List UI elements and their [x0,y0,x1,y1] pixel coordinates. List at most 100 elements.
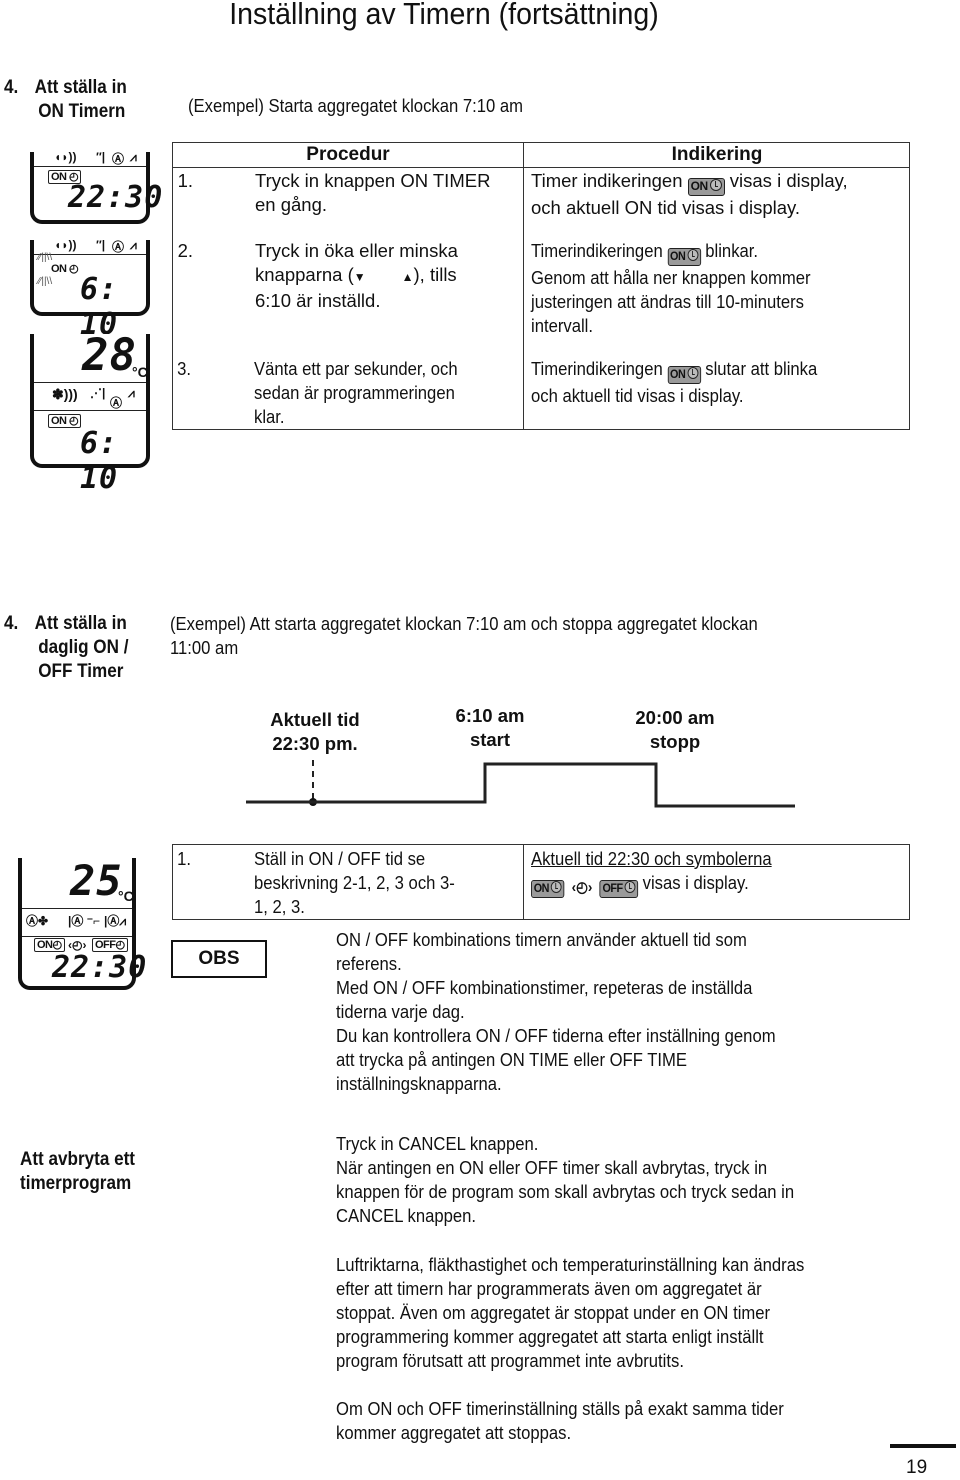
cycle-timer-icon: ‹◴› [571,879,593,896]
header-procedure: Procedur [306,144,390,165]
text-line: sedan är programmeringen [254,382,455,403]
text-line: Timerindikeringen [531,240,663,261]
text-line: Ställ in ON / OFF tid se [254,848,426,869]
on-timer-badge-blinking: ON ◴ [51,263,79,275]
text-line: att trycka på antingen ON TIME eller OFF… [336,1049,687,1070]
text-line: Med ON / OFF kombinationstimer, repetera… [336,977,753,998]
label-line: ON Timern [38,101,126,122]
text-line: program förutsatt att programmet inte av… [336,1350,684,1371]
table-row-1-procedure: 1. Tryck in knappen ON TIMER en gång. [173,169,523,215]
text-line: kommer aggregatet att stoppas. [336,1422,572,1443]
display-temperature: 28 [82,330,137,381]
text-line: efter att timern har programmerats även … [336,1278,762,1299]
text-line: (Exempel) Att starta aggregatet klockan … [170,613,758,634]
text-line: slutar att blinka [705,358,818,379]
text-line: Tryck in öka eller minska [255,240,458,261]
off-timer-icon: OFF [599,880,638,898]
timeline-stop-label: 20:00 am stopp [610,706,740,754]
text-line: Tryck in knappen ON TIMER [255,170,491,191]
text-line: justeringen att ändras till 10-minuters [531,291,805,312]
display-temperature: 25 [70,856,123,905]
text-line: När antingen en ON eller OFF timer skall… [336,1157,768,1178]
text-line: inställningsknapparna. [336,1073,502,1094]
text-line: Timerindikeringen [531,358,663,379]
section-on-timer-label: 4. Att ställa in ON Timern [4,76,127,124]
text-line: 11:00 am [170,637,239,658]
table-row-2-indication: Timerindikeringen ON blinkar. Genom att … [531,239,811,338]
timeline-current-label: Aktuell tid 22:30 pm. [250,708,380,756]
up-arrow-icon: ▲ [401,270,414,284]
text-line: klar. [254,406,285,427]
text-line: blinkar. [705,240,759,261]
auto-icon: Ⓐ [110,396,123,410]
lcd-display-2: ◖◗)) ′′| Ⓐ ⩘ ⁄⁄||\\ ON ◴ ⁄⁄||\\ 6: 10 [30,238,150,342]
table-row-indication: Aktuell tid 22:30 och symbolerna ON ‹◴› … [531,847,772,900]
lcd-display-3: 28 °C ✽))) ⋰| Ⓐ ⩘ ON ◴ 6: 10 [30,330,150,496]
timing-diagram [246,760,795,808]
lcd-display-4: 25 °C Ⓐ✤ |Ⓐ ⁻⌐ |Ⓐ⩘ ON◴ ‹◴› OFF◴ 22:30 [18,856,146,990]
text-line: visas i display. [642,872,749,893]
section-cancel-label: Att avbryta ett timerprogram [20,1148,135,1196]
cancel-paragraph-1: Tryck in CANCEL knappen. När antingen en… [336,1132,794,1228]
louver-icon: ⩘ [128,386,135,400]
swing-icon: ′′| [96,150,106,164]
auto-icon: Ⓐ [112,240,125,254]
section-on-off-timer-example: (Exempel) Att starta aggregatet klockan … [170,612,758,660]
procedure-table: Procedur Indikering 1. Tryck in knappen … [172,142,910,430]
label-line: daglig ON / [38,637,129,658]
text-line: programmering kommer aggregatet att star… [336,1326,764,1347]
on-timer-icon: ON [531,880,565,898]
step-number: 1. [177,170,193,191]
table-row-3-procedure: 3. Vänta ett par sekunder, och sedan är … [173,357,524,427]
footer-rule [890,1444,956,1448]
step-number: 1. [177,848,191,869]
text-line: ), tills [413,264,457,285]
section-on-off-timer-label: 4. Att ställa in daglig ON / OFF Timer [4,612,128,684]
cancel-paragraph-3: Om ON och OFF timerinställning ställs på… [336,1397,784,1445]
text-line: en gång. [255,194,328,215]
text-line: Om ON och OFF timerinställning ställs på… [336,1398,784,1419]
text-line: 6:10 är inställd. [255,290,381,311]
text-line: stoppat. Även om aggregatet är stoppat u… [336,1302,771,1323]
louver-icon: ⩘ [130,238,137,252]
display-time: 6: 10 [80,426,119,496]
timeline-start-label: 6:10 am start [430,704,550,752]
step-number: 2. [177,240,193,261]
obs-note-label: OBS [171,940,267,978]
text-line: Vänta ett par sekunder, och [254,358,458,379]
text-line: ON / OFF kombinations timern använder ak… [336,929,747,950]
text-line: knappen för de program som skall avbryta… [336,1181,795,1202]
on-off-procedure-table: 1. Ställ in ON / OFF tid se beskrivning … [172,844,910,920]
text-line: beskrivning 2-1, 2, 3 och 3- [254,872,455,893]
lcd-display-1: ◖◗)) ′′| Ⓐ ⩘ ON ◴ 22:30 [30,150,162,224]
swing-icon: ⋰| [90,386,106,400]
celsius-unit: °C [132,364,148,380]
on-timer-icon: ON [667,248,701,266]
table-row-2-procedure: 2. Tryck in öka eller minska knapparna (… [173,239,523,311]
label-line: Att ställa in [34,77,127,98]
text-line: Luftriktarna, fläkthastighet och tempera… [336,1254,805,1275]
fan-speed-icon: ◖◗)) [54,238,77,252]
section-number: 4. [4,77,19,98]
timer-on-pulse [246,762,795,808]
auto-swing-icon: |Ⓐ ⁻⌐ [68,914,101,928]
display-time: 22:30 [52,950,148,985]
on-timer-badge: ON ◴ [48,414,82,428]
text-line: intervall. [531,315,594,336]
text-line: 6:10 am [455,705,525,726]
louver-icon: ⩘ [130,150,137,164]
display-time: 22:30 [68,180,164,215]
section-on-timer-example: (Exempel) Starta aggregatet klockan 7:10… [188,95,524,116]
obs-note-text: ON / OFF kombinations timern använder ak… [336,928,776,1096]
text-line: referens. [336,953,402,974]
text-line: 1, 2, 3. [254,896,305,917]
auto-fan-icon: Ⓐ✤ [26,914,49,928]
label-line: timerprogram [20,1173,132,1194]
section-number: 4. [4,613,19,634]
table-row-3-indication: Timerindikeringen ON slutar att blinka o… [531,357,817,408]
down-arrow-icon: ▼ [353,270,366,284]
page-title: Inställning av Timern (fortsättning) [229,0,659,31]
header-indication: Indikering [671,144,763,165]
text-line: Aktuell tid 22:30 och symbolerna [531,848,772,869]
text-line: visas i display, [729,170,848,191]
